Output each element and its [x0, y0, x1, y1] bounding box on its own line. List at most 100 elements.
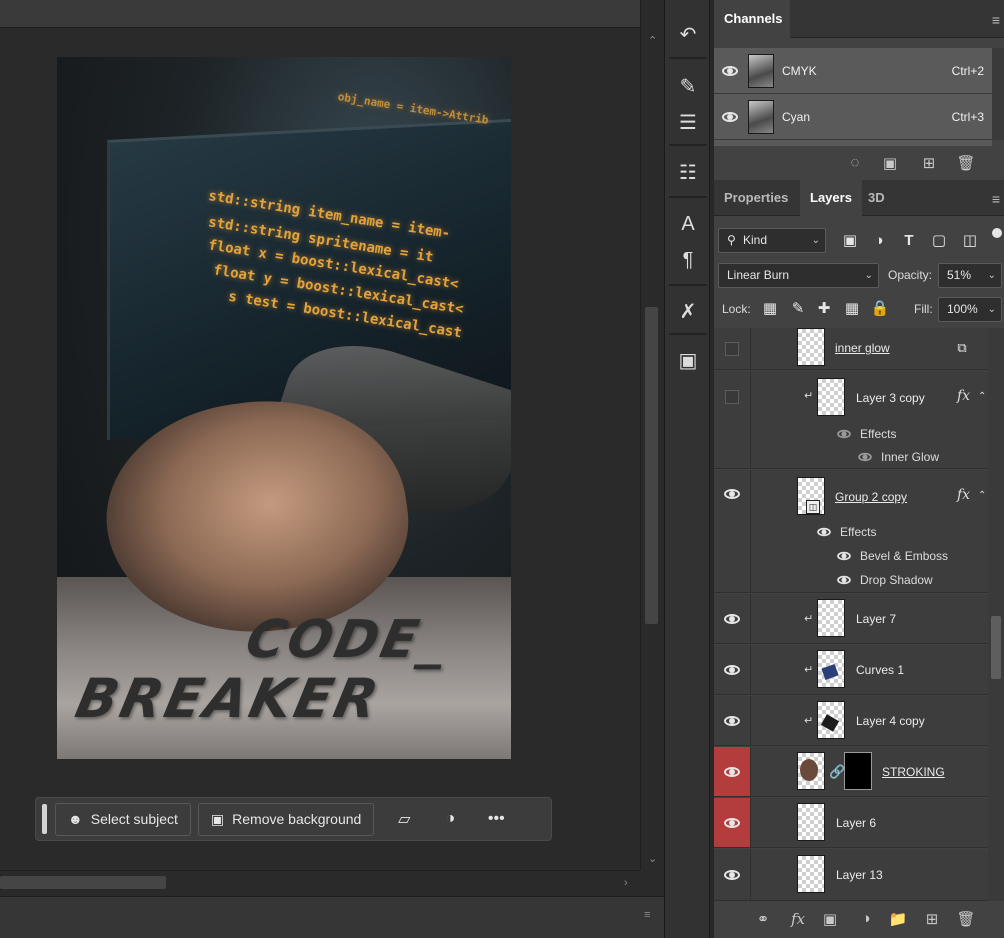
new-channel-icon[interactable]: ⊞ — [918, 154, 940, 174]
chevron-up-icon[interactable]: ⌃ — [978, 391, 986, 402]
eye-icon[interactable] — [837, 575, 851, 585]
more-options-button[interactable]: ••• — [473, 803, 519, 836]
filter-pixel-icon[interactable]: ▣ — [840, 231, 860, 251]
filter-type-icon[interactable]: T — [899, 231, 919, 251]
visibility-toggle[interactable] — [714, 645, 751, 694]
mask-link-icon[interactable]: 🔗 — [829, 764, 845, 780]
eye-icon[interactable] — [722, 111, 738, 122]
panel-menu-icon[interactable]: ≡ — [992, 191, 1000, 207]
history-icon[interactable]: ↶ — [672, 20, 704, 48]
channel-row-cmyk[interactable]: CMYK Ctrl+2 — [714, 48, 992, 94]
layer-row-layer-13[interactable]: Layer 13 — [714, 849, 988, 901]
canvas-horizontal-scroll-thumb[interactable] — [0, 876, 166, 889]
layer-row-layer-4-copy[interactable]: ↵ Layer 4 copy — [714, 696, 988, 746]
layer-mask-thumbnail[interactable] — [844, 752, 872, 790]
clone-source-icon[interactable]: ☷ — [672, 158, 704, 186]
canvas-vertical-scroll-thumb[interactable] — [645, 307, 658, 624]
eye-icon[interactable] — [724, 489, 740, 499]
delete-layer-icon[interactable]: 🗑 — [955, 910, 977, 930]
eye-icon[interactable] — [724, 817, 740, 828]
new-layer-icon[interactable]: ⊞ — [921, 910, 943, 930]
tab-3d[interactable]: 3D — [858, 180, 895, 216]
eye-icon[interactable] — [724, 766, 740, 777]
visibility-toggle[interactable] — [714, 798, 751, 847]
chevron-up-icon[interactable]: ⌃ — [978, 490, 986, 501]
visibility-toggle[interactable] — [714, 696, 751, 745]
layer-row-group-2-copy[interactable]: ◫ Group 2 copy fx ⌃ Effects Bevel & Embo… — [714, 470, 988, 593]
opacity-input[interactable]: 51% ⌄ — [938, 263, 1002, 288]
paragraph-icon[interactable]: ¶ — [672, 246, 704, 274]
scroll-up-icon[interactable]: ⌃ — [648, 34, 657, 47]
layers-scrollbar[interactable] — [988, 328, 1004, 901]
status-menu-icon[interactable]: ≡ — [644, 909, 650, 921]
visibility-toggle[interactable] — [714, 747, 751, 796]
adjustment-circle-icon[interactable]: ◑ — [427, 803, 473, 836]
lock-transparent-icon[interactable]: ▦ — [760, 299, 780, 319]
layer-row-layer-3-copy[interactable]: ↵ Layer 3 copy fx ⌃ Effects Inner Glow — [714, 371, 988, 469]
layer-row-inner-glow[interactable]: inner glow ⧉ — [714, 328, 988, 370]
layers-scroll-thumb[interactable] — [991, 616, 1001, 679]
new-adjustment-layer-icon[interactable]: ◑ — [855, 910, 877, 930]
eye-icon[interactable] — [817, 527, 831, 537]
filter-shape-icon[interactable]: ▢ — [929, 231, 949, 251]
canvas-area[interactable]: obj_name = item->Attrib std::string item… — [0, 0, 664, 938]
effect-row-drop-shadow[interactable]: Drop Shadow — [836, 573, 933, 587]
select-subject-button[interactable]: ☻ Select subject — [55, 802, 191, 836]
lock-all-icon[interactable]: 🔒 — [870, 299, 890, 319]
panel-menu-icon[interactable]: ≡ — [992, 12, 1000, 28]
layer-row-stroking[interactable]: 🔗 STROKING — [714, 747, 988, 797]
visibility-toggle[interactable] — [714, 328, 751, 369]
eye-icon[interactable] — [724, 869, 740, 880]
transform-icon[interactable]: ▱ — [381, 803, 427, 836]
eye-icon[interactable] — [724, 664, 740, 675]
brush-settings-icon[interactable]: ✎ — [672, 72, 704, 100]
effect-row-inner-glow[interactable]: Inner Glow — [857, 450, 939, 464]
filter-adjustment-icon[interactable]: ◑ — [869, 231, 889, 251]
effects-row[interactable]: Effects — [816, 525, 876, 539]
document-image[interactable]: obj_name = item->Attrib std::string item… — [57, 57, 511, 759]
lock-image-icon[interactable]: ✎ — [788, 299, 808, 319]
remove-background-button[interactable]: ▣ Remove background — [197, 802, 375, 836]
effects-row[interactable]: Effects — [836, 427, 896, 441]
lock-position-icon[interactable]: ✚ — [814, 299, 834, 319]
load-selection-icon[interactable]: ◌ — [844, 154, 866, 174]
channels-scrollbar[interactable] — [992, 48, 1004, 140]
tool-presets-icon[interactable]: ✗ — [672, 297, 704, 325]
visibility-toggle[interactable] — [714, 470, 751, 592]
layer-row-layer-6[interactable]: Layer 6 — [714, 798, 988, 848]
filter-toggle[interactable] — [992, 228, 1002, 238]
adjustments-icon[interactable]: ☰ — [672, 108, 704, 136]
effect-row-bevel-emboss[interactable]: Bevel & Emboss — [836, 549, 948, 563]
visibility-toggle[interactable] — [714, 849, 751, 900]
scroll-down-icon[interactable]: ⌄ — [648, 852, 657, 865]
eye-icon[interactable] — [724, 613, 740, 624]
eye-icon[interactable] — [837, 429, 851, 439]
eye-icon[interactable] — [837, 551, 851, 561]
link-layers-icon[interactable]: ⚭ — [752, 910, 774, 930]
fill-input[interactable]: 100% ⌄ — [938, 297, 1002, 322]
filter-kind-select[interactable]: ⚲ Kind ⌄ — [718, 228, 826, 253]
delete-channel-icon[interactable]: 🗑 — [955, 154, 977, 174]
filter-smartobject-icon[interactable]: ◫ — [960, 231, 980, 251]
add-mask-icon[interactable]: ▣ — [819, 910, 841, 930]
add-style-icon[interactable]: fx — [787, 910, 809, 930]
blend-mode-select[interactable]: Linear Burn ⌄ — [718, 263, 879, 288]
fx-badge[interactable]: fx — [957, 487, 970, 503]
artboard-icon[interactable]: ▣ — [672, 346, 704, 374]
new-group-icon[interactable]: 📁 — [887, 910, 909, 930]
layer-row-layer-7[interactable]: ↵ Layer 7 — [714, 594, 988, 644]
save-selection-icon[interactable]: ▣ — [879, 154, 901, 174]
eye-icon[interactable] — [722, 65, 738, 76]
visibility-toggle[interactable] — [714, 594, 751, 643]
channel-row-cyan[interactable]: Cyan Ctrl+3 — [714, 94, 992, 140]
eye-icon[interactable] — [858, 452, 872, 462]
layer-row-curves-1[interactable]: ↵ Curves 1 — [714, 645, 988, 695]
character-icon[interactable]: A — [672, 210, 704, 238]
drag-handle[interactable] — [42, 804, 47, 834]
fx-badge[interactable]: fx — [957, 388, 970, 404]
tab-layers[interactable]: Layers — [800, 180, 862, 216]
scroll-right-icon[interactable]: › — [624, 877, 628, 889]
tab-properties[interactable]: Properties — [714, 180, 798, 216]
tab-channels[interactable]: Channels — [714, 0, 790, 38]
eye-icon[interactable] — [724, 715, 740, 726]
